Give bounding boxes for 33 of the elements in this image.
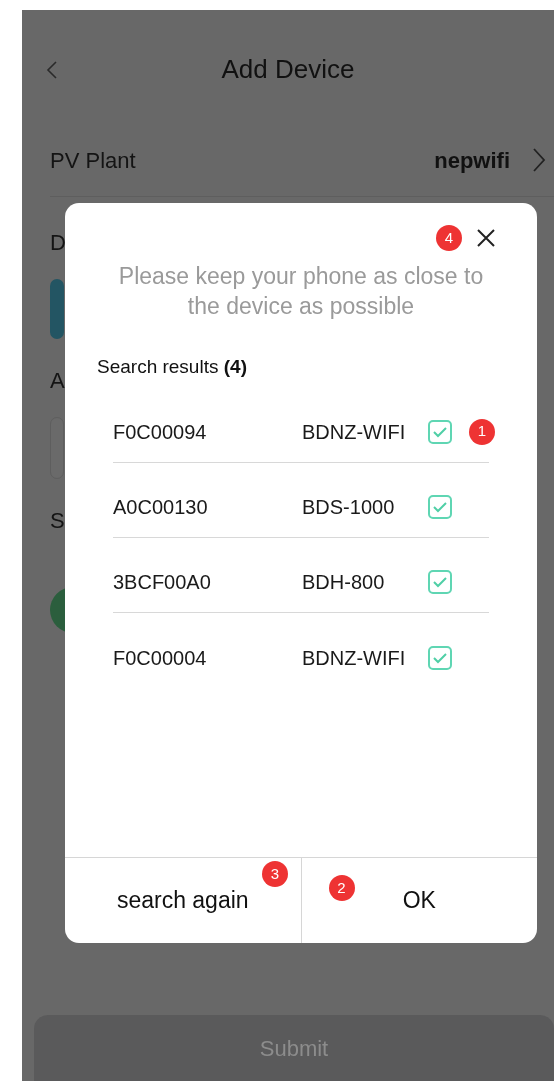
annotation-badge: 1 (469, 418, 495, 445)
device-model: BDNZ-WIFI (302, 645, 407, 671)
dialog-message: Please keep your phone as close to the device as possible (117, 262, 485, 321)
device-serial: 3BCF00A0 (113, 570, 212, 595)
device-serial: F0C00094 (113, 420, 208, 445)
device-checkbox[interactable] (428, 645, 452, 670)
close-icon[interactable] (476, 228, 496, 248)
annotation-badge: 4 (436, 225, 462, 251)
annotation-badge: 3 (262, 861, 288, 887)
page-title: Add Device (221, 52, 355, 86)
annotation-badge: 2 (328, 875, 355, 901)
device-serial: A0C00130 (113, 495, 209, 520)
check-icon (433, 576, 447, 588)
check-icon (433, 501, 447, 513)
device-checkbox[interactable] (428, 495, 452, 519)
chevron-right-icon[interactable] (532, 147, 546, 173)
device-model: BDNZ-WIFI (302, 420, 407, 445)
device-checkbox[interactable] (428, 570, 452, 594)
check-icon (433, 651, 447, 664)
pv-plant-label: PV Plant (50, 146, 136, 175)
back-icon[interactable] (46, 60, 58, 80)
results-heading: Search results (4) (97, 355, 247, 379)
device-model: BDS-1000 (302, 495, 396, 520)
pv-plant-value: nepwifi (434, 146, 510, 175)
section-label: D (50, 228, 66, 257)
check-icon (433, 426, 447, 438)
option-tile[interactable] (50, 279, 64, 339)
device-checkbox[interactable] (428, 420, 452, 444)
device-serial: F0C00004 (113, 645, 208, 671)
section-label: S (50, 506, 65, 535)
input-field[interactable] (50, 417, 64, 479)
device-model: BDH-800 (302, 570, 386, 595)
section-label: A (50, 366, 65, 395)
